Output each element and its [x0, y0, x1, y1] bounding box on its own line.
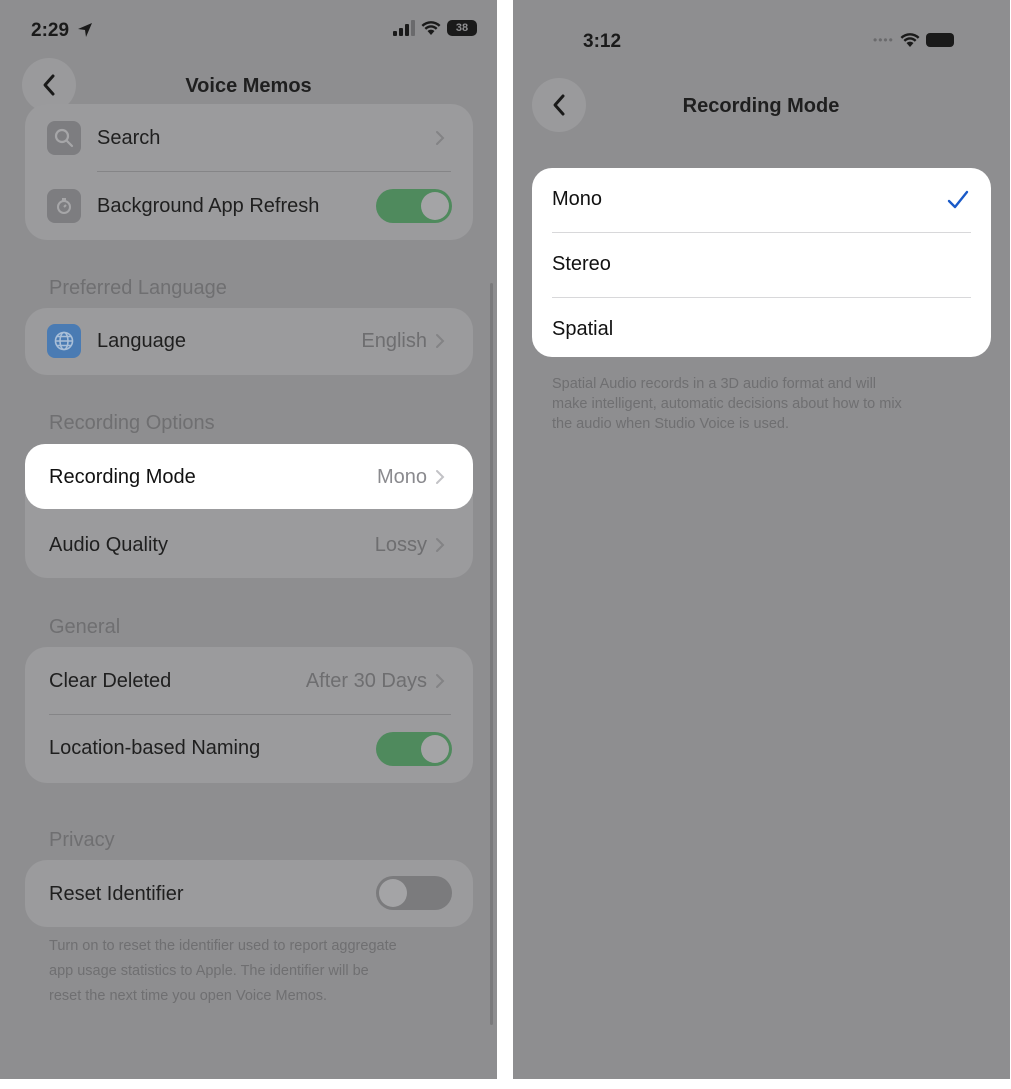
preferred-language-header: Preferred Language [49, 277, 227, 299]
chevron-right-icon [436, 674, 445, 688]
recording-mode-options: Mono Stereo Spatial [532, 168, 991, 357]
general-group: Clear Deleted After 30 Days Location-bas… [25, 647, 473, 783]
status-icons: 38 [393, 20, 477, 36]
battery-percent: 38 [455, 22, 469, 34]
status-icons: •••• [873, 32, 954, 48]
option-label: Spatial [552, 318, 614, 340]
cellular-signal-icon [393, 20, 415, 36]
nav-title: Recording Mode [682, 95, 840, 117]
recording-mode-label: Recording Mode [49, 466, 196, 488]
wifi-icon [900, 33, 920, 47]
privacy-group: Reset Identifier [25, 860, 473, 927]
recording-mode-row[interactable]: Recording Mode Mono [25, 444, 473, 509]
background-refresh-label: Background App Refresh [97, 195, 320, 217]
checkmark-icon [947, 190, 969, 209]
option-mono[interactable]: Mono [532, 168, 991, 231]
language-value: English [361, 330, 427, 352]
chevron-right-icon [436, 538, 445, 552]
audio-quality-value: Lossy [374, 534, 427, 556]
stopwatch-icon [47, 189, 81, 223]
reset-identifier-toggle[interactable] [376, 876, 452, 910]
language-row[interactable]: Language English [25, 308, 473, 376]
clear-deleted-value: After 30 Days [305, 670, 427, 692]
reset-identifier-label: Reset Identifier [49, 883, 184, 905]
language-label: Language [97, 330, 186, 352]
privacy-footer-line: Turn on to reset the identifier used to … [49, 938, 397, 954]
option-spatial[interactable]: Spatial [532, 298, 991, 361]
spatial-footer-line: Spatial Audio records in a 3D audio form… [552, 376, 877, 392]
location-arrow-icon [78, 23, 92, 37]
reset-identifier-row: Reset Identifier [25, 860, 473, 928]
recording-mode-value: Mono [376, 466, 427, 488]
privacy-footer-line: app usage statistics to Apple. The ident… [49, 963, 369, 979]
cellular-dots-icon: •••• [873, 33, 894, 47]
language-group: Language English [25, 308, 473, 375]
location-naming-row: Location-based Naming [25, 715, 473, 783]
chevron-right-icon [436, 470, 445, 484]
chevron-left-icon [43, 74, 55, 96]
background-refresh-row: Background App Refresh [25, 172, 473, 240]
privacy-footer: Turn on to reset the identifier used to … [49, 934, 469, 1009]
left-screen: 2:29 38 Voice Memos Search Background Ap… [0, 0, 497, 1079]
audio-quality-label: Audio Quality [49, 534, 168, 556]
settings-group-top: Search Background App Refresh [25, 104, 473, 240]
right-screen: 3:12 •••• Recording Mode Spatial Audio r… [513, 0, 1010, 1079]
search-icon [47, 121, 81, 155]
background-refresh-toggle[interactable] [376, 189, 452, 223]
location-naming-toggle[interactable] [376, 732, 452, 766]
clear-deleted-row[interactable]: Clear Deleted After 30 Days [25, 647, 473, 715]
chevron-left-icon [553, 94, 565, 116]
status-time: 3:12 [583, 31, 622, 52]
chevron-right-icon [436, 334, 445, 348]
toggle-knob [421, 735, 449, 763]
option-label: Mono [552, 188, 603, 210]
back-button[interactable] [532, 78, 586, 132]
nav-title: Voice Memos [185, 75, 312, 97]
recording-options-header: Recording Options [49, 412, 215, 434]
battery-icon: 38 [447, 20, 477, 36]
toggle-knob [421, 192, 449, 220]
search-row[interactable]: Search [25, 104, 473, 172]
chevron-right-icon [436, 131, 445, 145]
spatial-footer-line: the audio when Studio Voice is used. [552, 416, 789, 432]
toggle-knob [379, 879, 407, 907]
globe-icon [47, 324, 81, 358]
privacy-header: Privacy [49, 829, 115, 851]
spatial-footer-line: make intelligent, automatic decisions ab… [552, 396, 902, 412]
option-label: Stereo [552, 253, 611, 275]
general-header: General [49, 616, 121, 638]
audio-quality-row[interactable]: Audio Quality Lossy [25, 511, 473, 579]
spatial-audio-footer: Spatial Audio records in a 3D audio form… [552, 374, 972, 434]
option-stereo[interactable]: Stereo [532, 233, 991, 296]
battery-icon [925, 33, 954, 47]
privacy-footer-line: reset the next time you open Voice Memos… [49, 988, 328, 1004]
search-label: Search [97, 127, 161, 149]
wifi-icon [421, 21, 441, 35]
location-naming-label: Location-based Naming [49, 737, 261, 759]
status-time: 2:29 [31, 20, 70, 41]
clear-deleted-label: Clear Deleted [49, 670, 172, 692]
scrollbar[interactable] [490, 283, 493, 1025]
